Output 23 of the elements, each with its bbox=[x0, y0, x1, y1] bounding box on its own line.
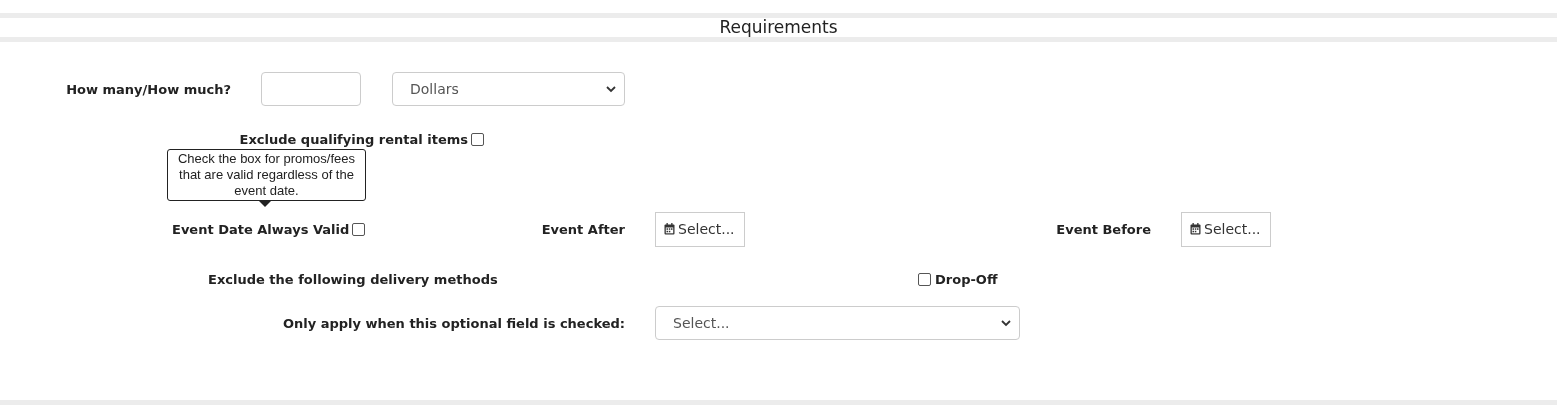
tooltip-arrow-icon bbox=[259, 201, 271, 207]
field-label: Exclude the following delivery methods bbox=[208, 271, 498, 287]
field-label: Exclude qualifying rental items bbox=[239, 131, 468, 147]
date-picker-button[interactable]: Select... bbox=[1181, 211, 1271, 247]
tooltip: Check the box for promos/fees that are valid regardless of the event date. bbox=[167, 149, 366, 201]
checkbox-label: Drop-Off bbox=[935, 271, 998, 287]
field-label: How many/How much? bbox=[66, 81, 231, 97]
field-label: Only apply when this optional field is checked: bbox=[282, 315, 625, 331]
checkbox[interactable] bbox=[918, 272, 931, 286]
checkbox[interactable] bbox=[352, 222, 366, 236]
checkbox[interactable] bbox=[471, 132, 484, 146]
field-label: Event After bbox=[541, 221, 625, 237]
calendar-icon bbox=[664, 223, 675, 235]
amount-input[interactable] bbox=[261, 72, 361, 106]
field-label: Event Date Always Valid bbox=[172, 221, 350, 237]
unit-select[interactable]: Dollars bbox=[392, 72, 625, 106]
section-title: Requirements bbox=[718, 18, 839, 37]
optional-field-select[interactable]: Select... bbox=[655, 306, 1020, 340]
date-picker-button[interactable]: Select... bbox=[655, 211, 745, 247]
chevron-icon bbox=[606, 85, 616, 93]
field-label: Event Before bbox=[1056, 221, 1151, 237]
chevron-icon bbox=[1001, 319, 1011, 327]
calendar-icon bbox=[1190, 223, 1201, 235]
